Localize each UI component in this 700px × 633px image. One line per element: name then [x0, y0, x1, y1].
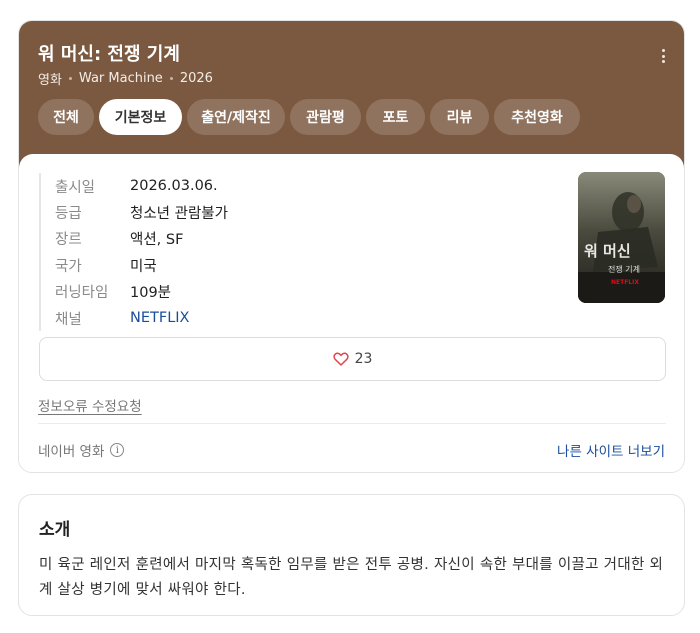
info-row-rating: 등급 청소년 관람불가	[55, 199, 228, 225]
intro-text: 미 육군 레인저 훈련에서 마지막 혹독한 임무를 받은 전투 공병. 자신이 …	[39, 557, 664, 598]
info-label: 장르	[55, 232, 82, 249]
info-label: 채널	[55, 311, 82, 328]
info-icon[interactable]: i	[110, 443, 125, 457]
source-name: 네이버 영화	[38, 444, 105, 460]
info-value: 액션, SF	[130, 232, 184, 249]
info-value: 109분	[130, 285, 172, 302]
channel-link[interactable]: NETFLIX	[130, 310, 190, 326]
tab-reviews[interactable]: 리뷰	[430, 99, 489, 135]
tab-cast-crew[interactable]: 출연/제작진	[187, 99, 285, 135]
heart-icon	[332, 352, 349, 366]
info-row-release: 출시일 2026.03.06.	[55, 173, 228, 199]
info-label: 등급	[55, 206, 82, 223]
movie-meta: 영화 War Machine 2026	[38, 69, 213, 88]
info-row-channel: 채널 NETFLIX	[55, 305, 228, 331]
poster-brand: NETFLIX	[611, 279, 639, 286]
movie-header: 워 머신: 전쟁 기계 영화 War Machine 2026 전체 기본정보 …	[19, 21, 684, 173]
tab-photos[interactable]: 포토	[366, 99, 425, 135]
movie-title: 워 머신: 전쟁 기계	[38, 44, 180, 65]
divider	[38, 423, 666, 424]
movie-info-card: 워 머신: 전쟁 기계 영화 War Machine 2026 전체 기본정보 …	[18, 20, 685, 473]
like-count: 23	[354, 351, 373, 367]
movie-original-title: War Machine	[78, 71, 163, 86]
tab-basic-info[interactable]: 기본정보	[99, 99, 182, 135]
tab-reviews-rating[interactable]: 관람평	[290, 99, 361, 135]
poster-title: 워 머신	[584, 242, 631, 260]
intro-card: 소개 미 육군 레인저 훈련에서 마지막 혹독한 임무를 받은 전투 공병. 자…	[18, 494, 685, 616]
info-value: 청소년 관람불가	[130, 206, 228, 223]
info-value: 미국	[130, 258, 157, 275]
info-value: 2026.03.06.	[130, 178, 218, 195]
movie-year: 2026	[179, 71, 213, 86]
info-label: 국가	[55, 258, 82, 275]
movie-poster[interactable]: 워 머신 전쟁 기계 NETFLIX	[578, 172, 665, 303]
like-button[interactable]: 23	[39, 337, 666, 381]
info-row-country: 국가 미국	[55, 252, 228, 278]
report-error-link[interactable]: 정보오류 수정요청	[38, 395, 142, 415]
more-options-icon[interactable]	[656, 47, 670, 65]
tab-all[interactable]: 전체	[38, 99, 94, 135]
movie-category: 영화	[38, 73, 62, 88]
info-label: 출시일	[55, 179, 96, 196]
intro-title: 소개	[39, 520, 71, 540]
info-row-genre: 장르 액션, SF	[55, 226, 228, 252]
separator-dot	[68, 77, 72, 80]
info-label: 러닝타임	[55, 285, 109, 302]
tab-recommended[interactable]: 추천영화	[494, 99, 580, 135]
info-row-runtime: 러닝타임 109분	[55, 279, 228, 305]
source-label: 네이버 영화 i	[38, 440, 125, 460]
other-sites-link[interactable]: 나른 사이트 너보기	[557, 440, 665, 460]
poster-subtitle: 전쟁 기계	[608, 264, 640, 274]
info-list: 출시일 2026.03.06. 등급 청소년 관람불가 장르 액션, SF 국가…	[39, 173, 228, 332]
basic-info-panel: 출시일 2026.03.06. 등급 청소년 관람불가 장르 액션, SF 국가…	[19, 154, 684, 472]
separator-dot	[169, 77, 173, 80]
